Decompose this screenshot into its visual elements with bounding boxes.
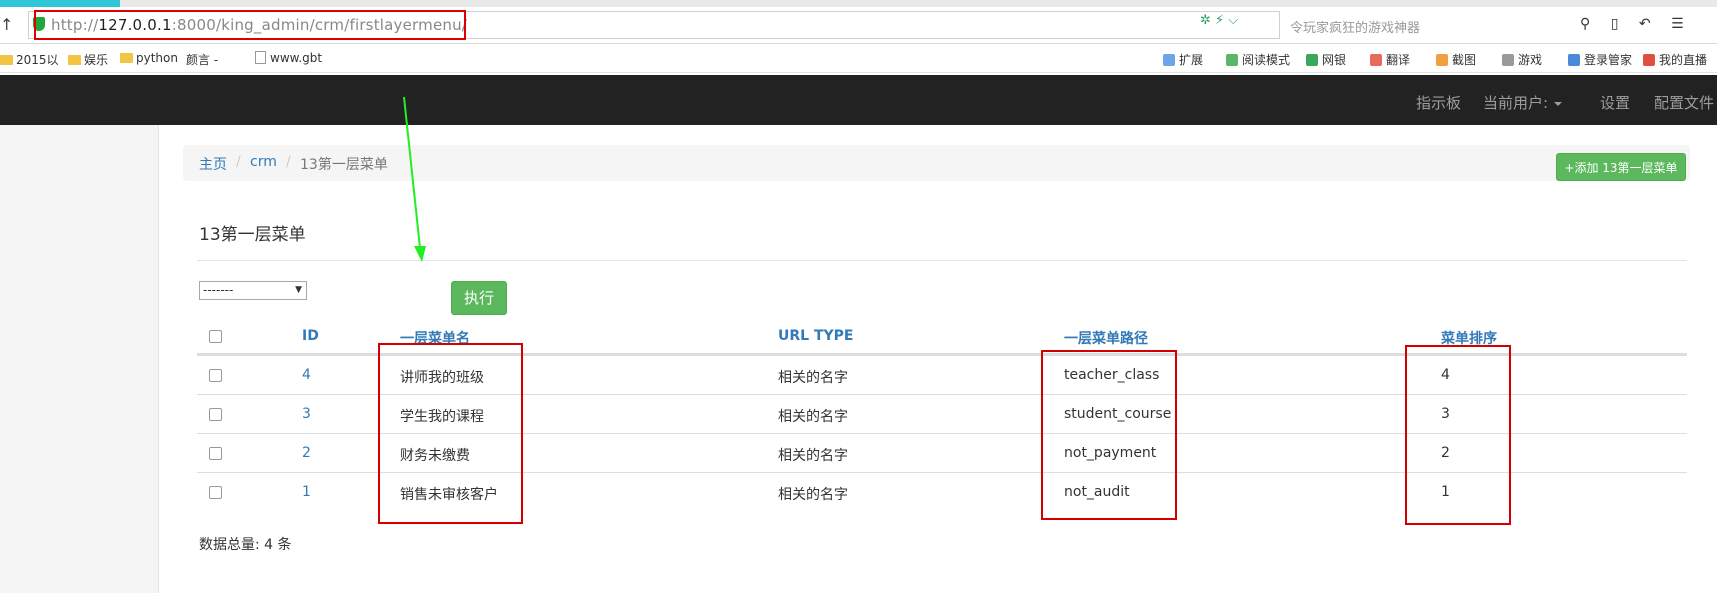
annotation-arrow xyxy=(403,96,426,262)
